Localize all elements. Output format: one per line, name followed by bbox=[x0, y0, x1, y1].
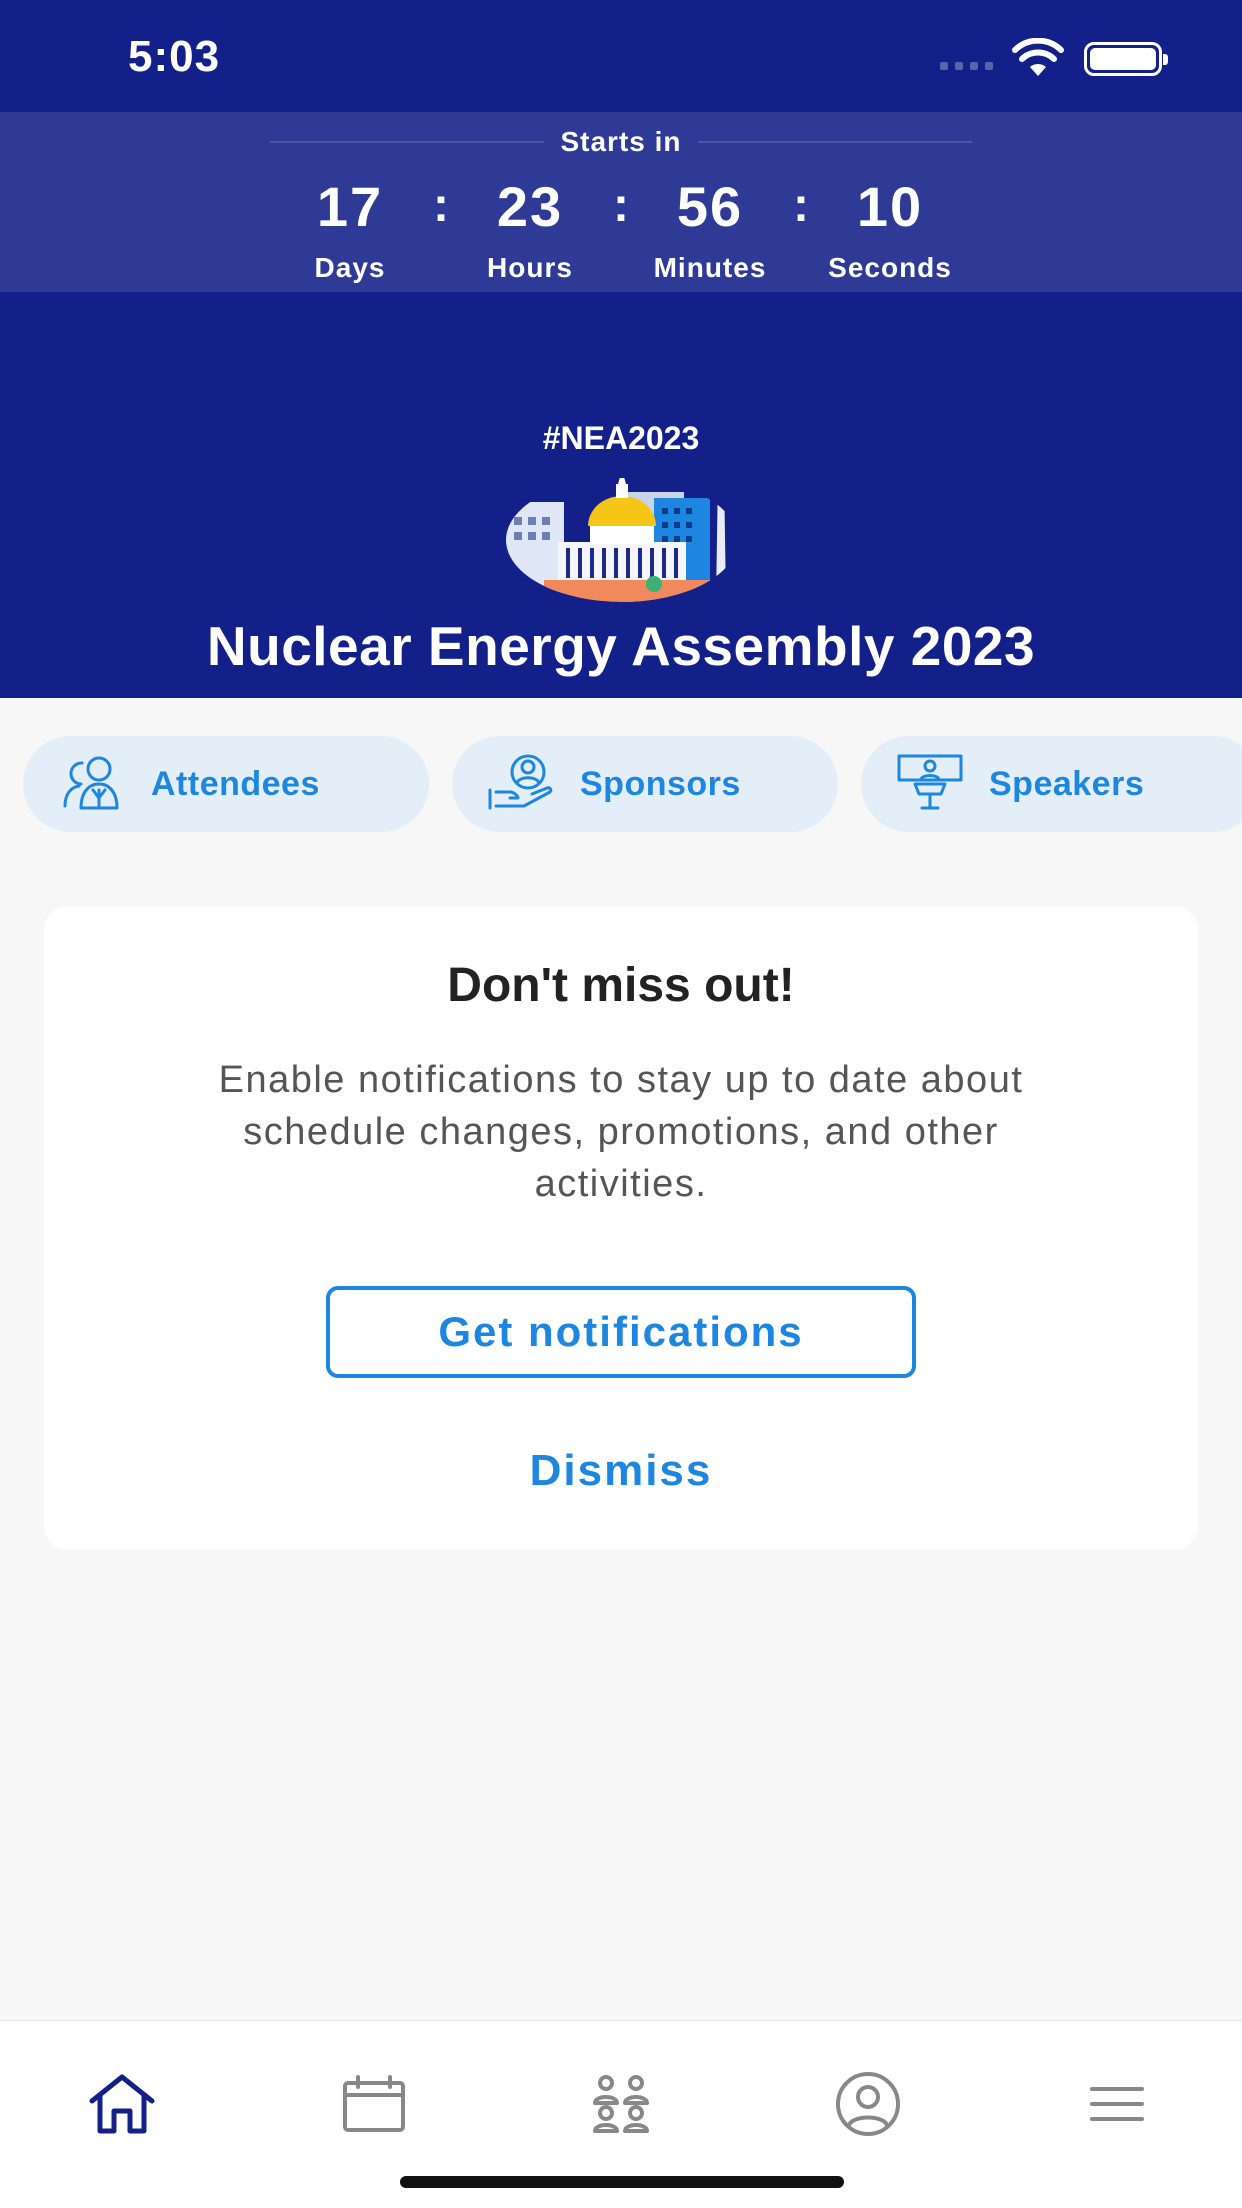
home-icon bbox=[88, 2073, 156, 2140]
countdown-banner: Starts in 17 Days : 23 Hours : 56 Minute… bbox=[0, 112, 1242, 292]
attendees-label: Attendees bbox=[151, 764, 320, 803]
countdown-hours-value: 23 bbox=[496, 175, 564, 238]
countdown-days: 17 Days bbox=[260, 172, 440, 284]
battery-icon bbox=[1084, 42, 1168, 76]
tab-menu[interactable] bbox=[1067, 2061, 1167, 2151]
countdown-hours: 23 Hours bbox=[440, 172, 620, 284]
sponsors-button[interactable]: Sponsors bbox=[452, 736, 838, 832]
countdown-heading: Starts in bbox=[560, 126, 682, 157]
speakers-icon bbox=[897, 754, 967, 815]
dismiss-button[interactable]: Dismiss bbox=[471, 1436, 771, 1506]
home-indicator bbox=[400, 2176, 844, 2188]
speakers-label: Speakers bbox=[989, 764, 1145, 803]
menu-icon bbox=[1089, 2084, 1145, 2129]
people-icon bbox=[589, 2074, 653, 2138]
countdown-hours-label: Hours bbox=[487, 252, 573, 283]
countdown-days-label: Days bbox=[314, 252, 386, 283]
event-title: Nuclear Energy Assembly 2023 bbox=[206, 615, 1036, 677]
tab-people[interactable] bbox=[571, 2061, 671, 2151]
cellular-signal-icon bbox=[940, 62, 993, 70]
status-bar: 5:03 bbox=[0, 0, 1242, 112]
calendar-icon bbox=[342, 2074, 406, 2138]
event-hashtag: #NEA2023 bbox=[542, 420, 700, 456]
event-logo-capitol-icon bbox=[504, 462, 740, 602]
countdown-seconds: 10 Seconds bbox=[800, 172, 980, 284]
countdown-days-value: 17 bbox=[316, 175, 384, 238]
status-time: 5:03 bbox=[128, 32, 221, 81]
attendees-icon bbox=[59, 754, 129, 815]
event-header: 5:03 Starts in 17 Days : 23 Hours: 56 M… bbox=[0, 0, 1242, 698]
countdown-minutes: 56 Minutes bbox=[620, 172, 800, 284]
tab-home[interactable] bbox=[72, 2061, 172, 2151]
sponsors-icon bbox=[488, 754, 558, 815]
countdown-minutes-value: 56 bbox=[676, 175, 744, 238]
attendees-button[interactable]: Attendees bbox=[23, 736, 429, 832]
speakers-button[interactable]: Speakers bbox=[861, 736, 1242, 832]
card-title: Don't miss out! bbox=[447, 959, 795, 1012]
countdown-seconds-label: Seconds bbox=[828, 252, 952, 283]
countdown-seconds-value: 10 bbox=[856, 175, 924, 238]
countdown-minutes-label: Minutes bbox=[653, 252, 767, 283]
sponsors-label: Sponsors bbox=[580, 764, 741, 803]
tab-schedule[interactable] bbox=[324, 2061, 424, 2151]
card-body: Enable notifications to stay up to date … bbox=[218, 1059, 1024, 1205]
tab-profile[interactable] bbox=[818, 2061, 918, 2151]
get-notifications-button[interactable]: Get notifications bbox=[326, 1286, 916, 1378]
wifi-icon bbox=[1012, 37, 1064, 83]
notification-prompt-card: Don't miss out! Enable notifications to … bbox=[44, 906, 1198, 1550]
profile-icon bbox=[835, 2071, 901, 2142]
